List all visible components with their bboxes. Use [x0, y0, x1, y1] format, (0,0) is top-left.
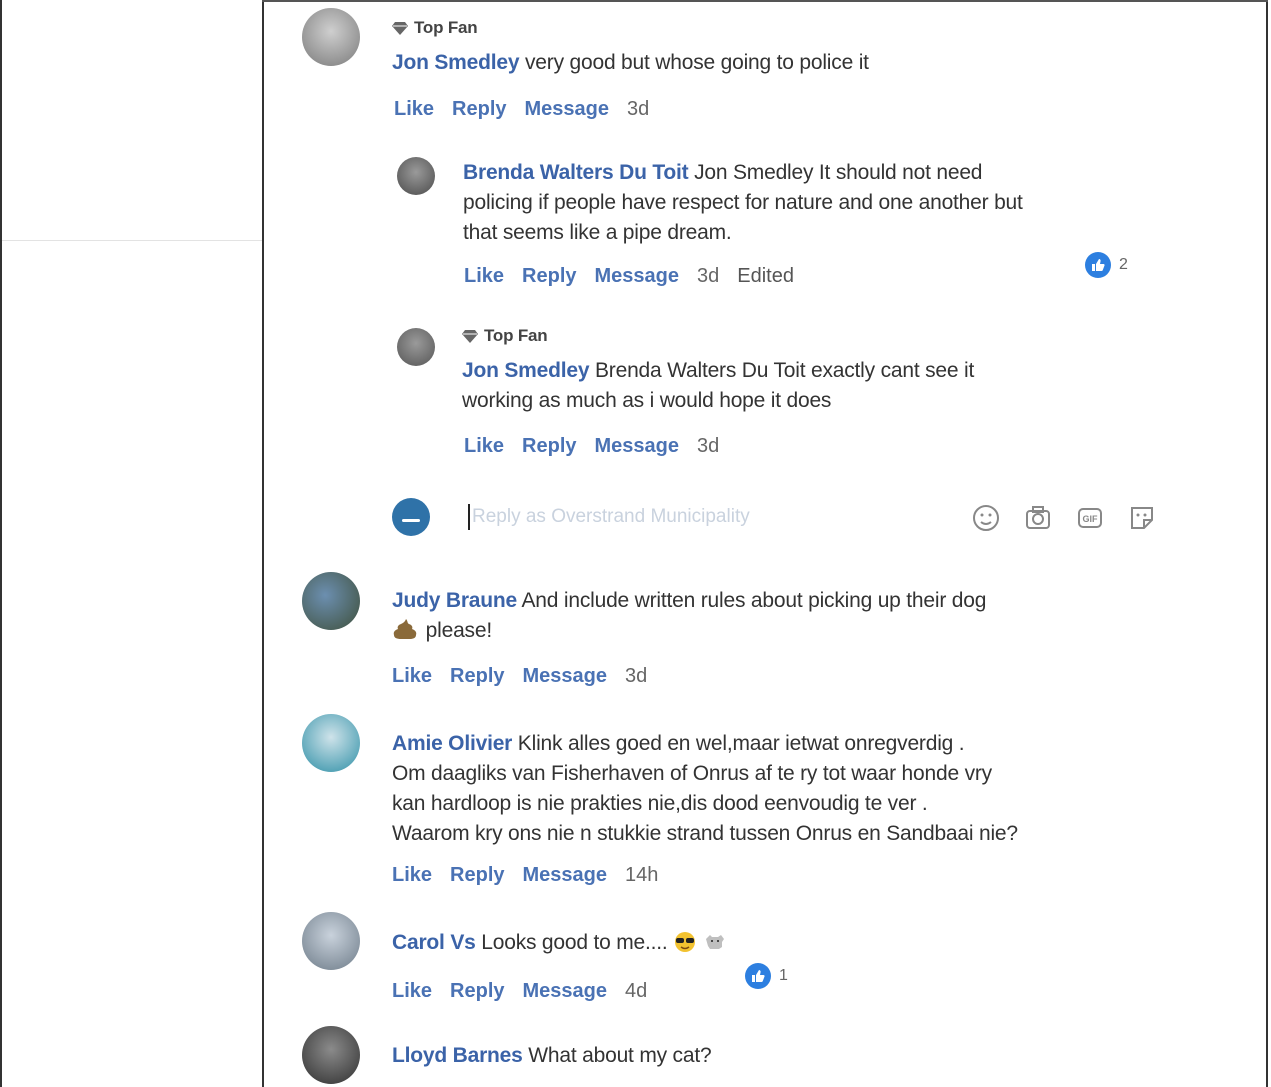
like-link[interactable]: Like — [464, 435, 504, 458]
left-column-divider — [2, 240, 262, 241]
message-link[interactable]: Message — [523, 864, 608, 887]
reply-link[interactable]: Reply — [522, 435, 576, 458]
reaction-summary[interactable]: 1 — [745, 963, 788, 989]
comment-text-line: Brenda Walters Du Toit exactly cant see … — [595, 359, 975, 382]
top-fan-label: Top Fan — [414, 18, 478, 37]
timestamp[interactable]: 3d — [697, 265, 719, 288]
emoji-icon[interactable] — [970, 502, 1002, 534]
comment-text: Looks good to me.... — [481, 931, 668, 954]
comment-actions: Like Reply Message 4d — [392, 980, 647, 1003]
avatar[interactable] — [302, 714, 360, 772]
frame-divider — [262, 0, 264, 1087]
top-fan-label: Top Fan — [484, 326, 548, 345]
top-fan-badge: Top Fan — [462, 326, 548, 346]
reply-composer: GIF — [392, 490, 1164, 546]
comment-actions: Like Reply Message 3d — [392, 665, 647, 688]
message-link[interactable]: Message — [595, 435, 680, 458]
reply-link[interactable]: Reply — [452, 98, 506, 121]
poop-emoji-icon — [393, 619, 417, 639]
message-link[interactable]: Message — [595, 265, 680, 288]
like-link[interactable]: Like — [464, 265, 504, 288]
like-link[interactable]: Like — [392, 665, 432, 688]
comment-body: Brenda Walters Du Toit Jon Smedley It sh… — [463, 158, 1023, 248]
like-icon — [1085, 252, 1111, 278]
svg-text:GIF: GIF — [1083, 514, 1099, 524]
text-caret — [468, 504, 470, 530]
like-link[interactable]: Like — [392, 864, 432, 887]
comment-body: Jon Smedley Brenda Walters Du Toit exact… — [462, 356, 974, 416]
frame-left-border — [0, 0, 2, 1087]
comment-text: very good but whose going to police it — [525, 51, 869, 74]
comment-text-line: And include written rules about picking … — [521, 589, 987, 612]
composer-tools: GIF — [970, 502, 1158, 534]
comment-actions: Like Reply Message 14h — [392, 864, 658, 887]
commenter-name[interactable]: Jon Smedley — [462, 359, 590, 382]
comment-body: Judy Braune And include written rules ab… — [392, 586, 986, 646]
timestamp[interactable]: 3d — [697, 435, 719, 458]
reply-link[interactable]: Reply — [450, 980, 504, 1003]
frame-right-border — [1266, 0, 1268, 1087]
comment-text-line: working as much as i would hope it does — [462, 389, 832, 412]
gem-icon — [462, 330, 478, 343]
commenter-name[interactable]: Brenda Walters Du Toit — [463, 161, 689, 184]
avatar[interactable] — [302, 912, 360, 970]
comment-text-line: Om daagliks van Fisherhaven of Onrus af … — [392, 762, 992, 785]
gem-icon — [392, 22, 408, 35]
comment-actions: Like Reply Message 3d Edited — [464, 265, 794, 288]
comment-body: Carol Vs Looks good to me.... — [392, 928, 727, 958]
comment-text-line: please! — [425, 619, 493, 642]
comment-body: Amie Olivier Klink alles goed en wel,maa… — [392, 729, 1018, 849]
timestamp[interactable]: 3d — [627, 98, 649, 121]
reply-link[interactable]: Reply — [450, 864, 504, 887]
sticker-icon[interactable] — [1126, 502, 1158, 534]
like-link[interactable]: Like — [392, 980, 432, 1003]
commenter-name[interactable]: Lloyd Barnes — [392, 1044, 523, 1067]
avatar[interactable] — [302, 1026, 360, 1084]
commenter-name[interactable]: Jon Smedley — [392, 51, 520, 74]
comment-text-line: Jon Smedley It should not need — [694, 161, 983, 184]
camera-icon[interactable] — [1022, 502, 1054, 534]
like-icon — [745, 963, 771, 989]
top-fan-badge: Top Fan — [392, 18, 478, 38]
edited-label[interactable]: Edited — [737, 265, 794, 288]
avatar[interactable] — [302, 8, 360, 66]
sunglasses-emoji-icon — [675, 932, 696, 952]
comment-text-line: kan hardloop is nie prakties nie,dis doo… — [392, 792, 928, 815]
reaction-summary[interactable]: 2 — [1085, 252, 1128, 278]
reply-link[interactable]: Reply — [450, 665, 504, 688]
timestamp[interactable]: 4d — [625, 980, 647, 1003]
reaction-count: 1 — [779, 967, 788, 984]
comment-text-line: policing if people have respect for natu… — [463, 191, 1023, 214]
comment-body: Jon Smedley very good but whose going to… — [392, 48, 869, 78]
timestamp[interactable]: 3d — [625, 665, 647, 688]
commenter-name[interactable]: Carol Vs — [392, 931, 476, 954]
comment-text-line: that seems like a pipe dream. — [463, 221, 732, 244]
commenter-name[interactable]: Amie Olivier — [392, 732, 512, 755]
message-link[interactable]: Message — [523, 980, 608, 1003]
comment-text: What about my cat? — [528, 1044, 712, 1067]
comment-actions: Like Reply Message 3d — [464, 435, 719, 458]
frame-top-border — [262, 0, 1268, 2]
avatar[interactable] — [302, 572, 360, 630]
comment-text-line: Klink alles goed en wel,maar ietwat onre… — [517, 732, 965, 755]
message-link[interactable]: Message — [523, 665, 608, 688]
page-avatar — [392, 498, 430, 536]
commenter-name[interactable]: Judy Braune — [392, 589, 517, 612]
comment-actions: Like Reply Message 3d — [394, 98, 649, 121]
avatar[interactable] — [397, 328, 435, 366]
reply-link[interactable]: Reply — [522, 265, 576, 288]
message-link[interactable]: Message — [525, 98, 610, 121]
reaction-count: 2 — [1119, 256, 1128, 273]
like-link[interactable]: Like — [394, 98, 434, 121]
gif-icon[interactable]: GIF — [1074, 502, 1106, 534]
comment-body: Lloyd Barnes What about my cat? — [392, 1041, 712, 1071]
dog-emoji-icon — [705, 935, 724, 949]
comment-text-line: Waarom kry ons nie n stukkie strand tuss… — [392, 822, 1018, 845]
timestamp[interactable]: 14h — [625, 864, 658, 887]
avatar[interactable] — [397, 157, 435, 195]
